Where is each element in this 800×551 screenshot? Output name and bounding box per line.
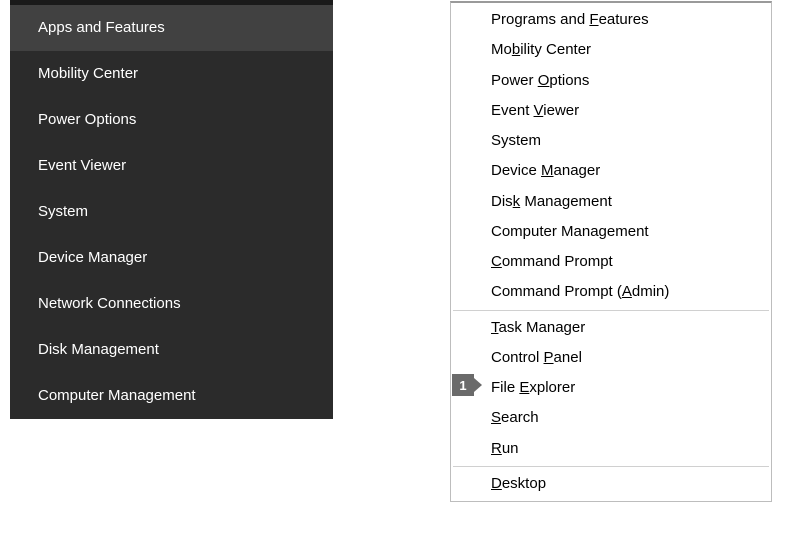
dark-item-system[interactable]: System [10, 189, 333, 235]
light-item-control-panel[interactable]: Control Panel [451, 343, 771, 373]
dark-item-computer-management[interactable]: Computer Management [10, 373, 333, 419]
dark-item-network-connections[interactable]: Network Connections [10, 281, 333, 327]
light-item-computer-management[interactable]: Computer Management [451, 217, 771, 247]
light-item-disk-management[interactable]: Disk Management [451, 187, 771, 217]
mnemonic-char: R [491, 440, 502, 457]
mnemonic-char: k [513, 193, 521, 210]
light-item-programs-and-features[interactable]: Programs and Features [451, 5, 771, 35]
mnemonic-char: T [491, 319, 499, 336]
light-item-file-explorer[interactable]: File Explorer [451, 373, 771, 403]
light-item-power-options[interactable]: Power Options [451, 66, 771, 96]
dark-item-mobility-center[interactable]: Mobility Center [10, 51, 333, 97]
menu-separator [453, 466, 769, 467]
mnemonic-char: S [491, 409, 501, 426]
mnemonic-char: O [538, 72, 550, 89]
menu-separator [453, 310, 769, 311]
dark-item-apps-and-features[interactable]: Apps and Features [10, 5, 333, 51]
light-item-run[interactable]: Run [451, 434, 771, 464]
dark-item-disk-management[interactable]: Disk Management [10, 327, 333, 373]
mnemonic-char: V [534, 102, 544, 119]
dark-item-power-options[interactable]: Power Options [10, 97, 333, 143]
callout-arrow-icon [474, 378, 482, 392]
mnemonic-char: A [622, 283, 632, 300]
light-item-command-prompt-admin[interactable]: Command Prompt (Admin) [451, 277, 771, 307]
dark-item-event-viewer[interactable]: Event Viewer [10, 143, 333, 189]
callout-badge: 1 [452, 374, 474, 396]
light-item-command-prompt[interactable]: Command Prompt [451, 247, 771, 277]
mnemonic-char: P [544, 349, 554, 366]
light-item-mobility-center[interactable]: Mobility Center [451, 35, 771, 65]
mnemonic-char: M [541, 162, 554, 179]
mnemonic-char: D [491, 475, 502, 492]
light-item-system[interactable]: System [451, 126, 771, 156]
mnemonic-char: F [589, 11, 598, 28]
mnemonic-char: b [512, 41, 520, 58]
light-item-task-manager[interactable]: Task Manager [451, 313, 771, 343]
light-item-desktop[interactable]: Desktop [451, 469, 771, 499]
mnemonic-char: C [491, 253, 502, 270]
mnemonic-char: E [519, 379, 529, 396]
winx-menu-light: Programs and FeaturesMobility CenterPowe… [450, 1, 772, 502]
light-item-device-manager[interactable]: Device Manager [451, 156, 771, 186]
winx-menu-dark: Apps and FeaturesMobility CenterPower Op… [10, 0, 333, 419]
light-item-search[interactable]: Search [451, 403, 771, 433]
dark-item-device-manager[interactable]: Device Manager [10, 235, 333, 281]
light-item-event-viewer[interactable]: Event Viewer [451, 96, 771, 126]
